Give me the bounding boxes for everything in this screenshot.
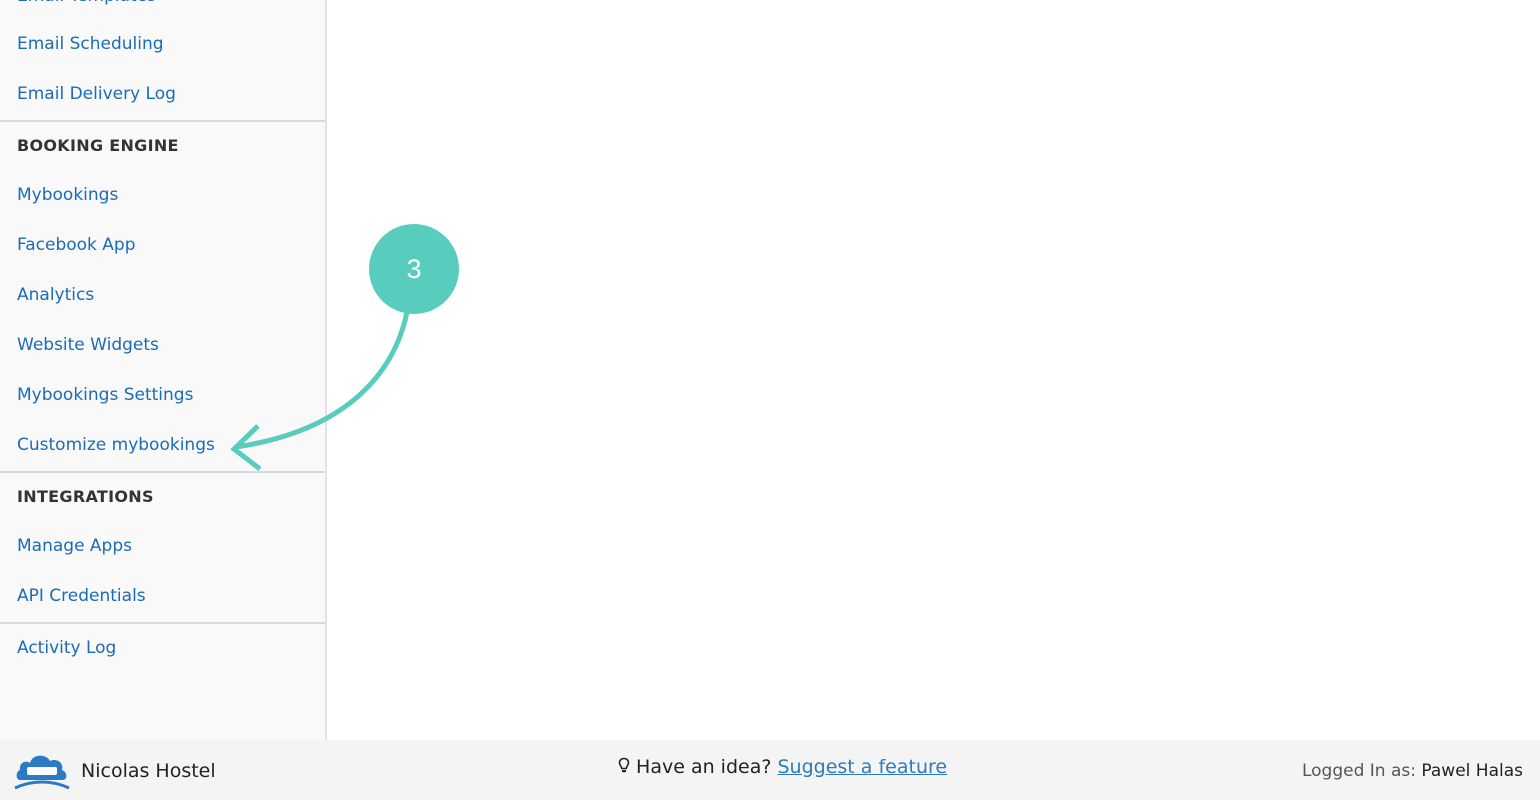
logged-in-info: Logged In as: Pawel Halas bbox=[1302, 761, 1523, 781]
idea-text: Have an idea? bbox=[636, 756, 772, 778]
property-name: Nicolas Hostel bbox=[81, 760, 216, 782]
logged-in-label: Logged In as: bbox=[1301, 761, 1416, 781]
annotation-arrow bbox=[230, 309, 410, 471]
cloud-bed-logo-icon bbox=[14, 755, 70, 790]
step-badge: 3 bbox=[369, 224, 459, 314]
lightbulb-icon bbox=[618, 757, 630, 773]
feature-suggestion: Have an idea? Suggest a feature bbox=[618, 756, 947, 778]
suggest-feature-link[interactable]: Suggest a feature bbox=[777, 756, 947, 778]
footer: Nicolas Hostel Have an idea? Suggest a f… bbox=[0, 740, 1540, 800]
user-name[interactable]: Pawel Halas bbox=[1421, 761, 1523, 781]
arrow-curve bbox=[233, 309, 410, 450]
